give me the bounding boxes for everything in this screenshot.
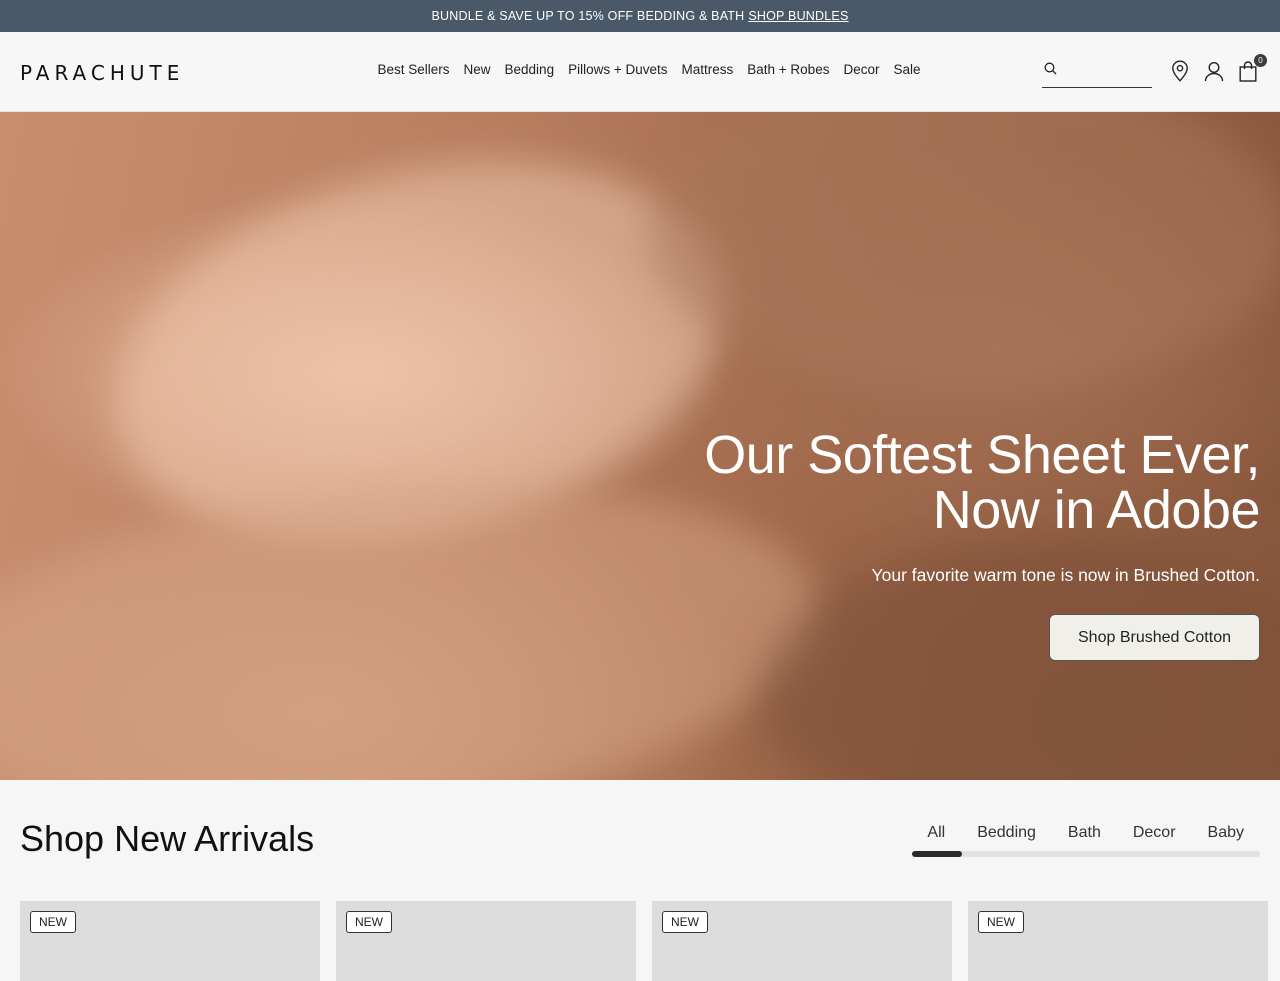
promo-bar: BUNDLE & SAVE UP TO 15% OFF BEDDING & BA… [0,0,1280,32]
nav-new[interactable]: New [464,62,491,77]
product-card[interactable]: NEW [968,901,1268,981]
header-tools: 0 [1042,54,1267,88]
nav-decor[interactable]: Decor [843,62,879,77]
tab-decor[interactable]: Decor [1117,824,1192,842]
search-box[interactable] [1042,54,1152,88]
cart-count-badge: 0 [1254,54,1267,67]
hero-text-block: Our Softest Sheet Ever, Now in Adobe You… [704,428,1260,661]
category-tabs: All Bedding Bath Decor Baby [911,824,1260,857]
tab-scroll-track[interactable] [912,851,1260,857]
location-pin-icon[interactable] [1168,58,1192,84]
nav-mattress[interactable]: Mattress [682,62,734,77]
site-header: PARACHUTE Best Sellers New Bedding Pillo… [0,32,1280,112]
product-card[interactable]: NEW [20,901,320,981]
tab-active-indicator [912,851,962,857]
hero-banner: Our Softest Sheet Ever, Now in Adobe You… [0,112,1280,780]
search-input[interactable] [1063,63,1143,78]
new-badge: NEW [346,911,392,933]
section-title: Shop New Arrivals [20,818,315,859]
nav-sale[interactable]: Sale [893,62,920,77]
nav-bath-robes[interactable]: Bath + Robes [747,62,829,77]
search-icon[interactable] [1044,62,1057,80]
new-badge: NEW [662,911,708,933]
nav-pillows-duvets[interactable]: Pillows + Duvets [568,62,667,77]
tab-bedding[interactable]: Bedding [961,824,1052,842]
new-badge: NEW [30,911,76,933]
nav-bedding[interactable]: Bedding [505,62,555,77]
shop-brushed-cotton-button[interactable]: Shop Brushed Cotton [1049,614,1260,661]
shopping-bag-icon[interactable]: 0 [1236,54,1267,84]
product-card[interactable]: NEW [652,901,952,981]
new-badge: NEW [978,911,1024,933]
shop-bundles-link[interactable]: SHOP BUNDLES [748,9,848,23]
nav-best-sellers[interactable]: Best Sellers [377,62,449,77]
tab-bath[interactable]: Bath [1052,824,1117,842]
hero-subtitle: Your favorite warm tone is now in Brushe… [871,565,1260,585]
hero-title: Our Softest Sheet Ever, Now in Adobe [704,425,1260,540]
product-card[interactable]: NEW [336,901,636,981]
account-icon[interactable] [1202,58,1226,84]
product-grid: NEW NEW NEW NEW [20,901,1268,981]
hero-back-pillow-shape [650,112,1280,392]
tab-baby[interactable]: Baby [1192,824,1260,842]
tab-all[interactable]: All [911,824,961,842]
promo-text: BUNDLE & SAVE UP TO 15% OFF BEDDING & BA… [431,9,745,23]
